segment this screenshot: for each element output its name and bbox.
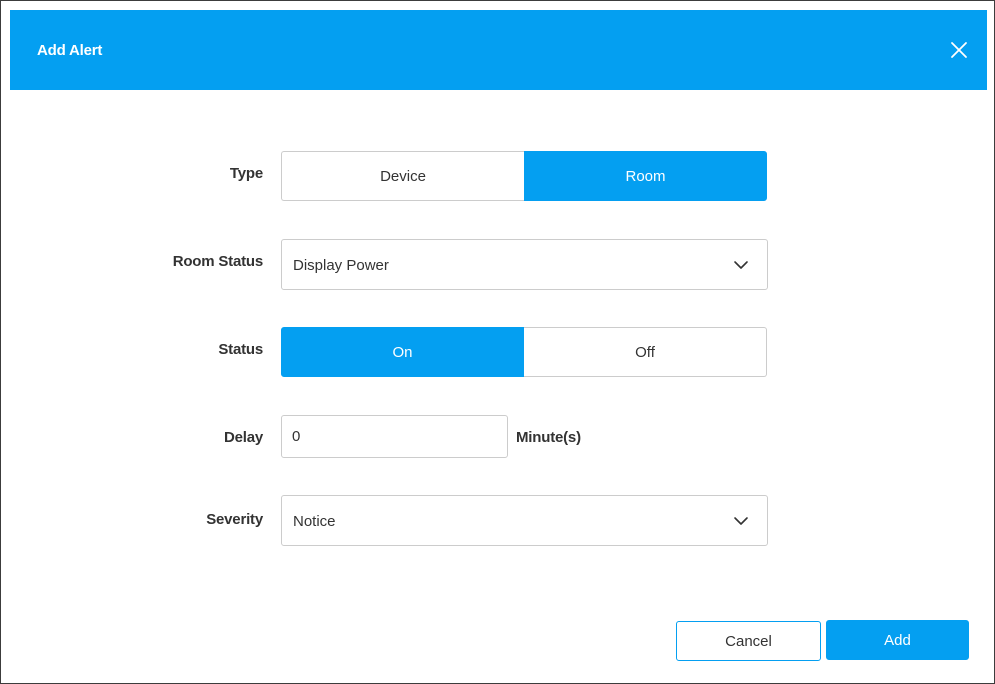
type-label: Type — [229, 165, 263, 182]
room-status-select[interactable]: Display Power — [281, 239, 768, 290]
severity-select[interactable]: Notice — [281, 495, 768, 546]
chevron-down-icon — [733, 258, 749, 272]
room-status-label: Room Status — [172, 253, 264, 270]
severity-value: Notice — [293, 513, 336, 530]
status-on-button[interactable]: On — [281, 327, 524, 377]
status-off-button[interactable]: Off — [524, 327, 767, 377]
type-toggle: Device Room — [281, 151, 767, 201]
room-status-value: Display Power — [293, 257, 389, 274]
close-button[interactable] — [949, 40, 969, 60]
dialog-title: Add Alert — [37, 42, 103, 59]
close-icon — [951, 42, 967, 58]
add-alert-dialog: Add Alert Type Device Room Room Status D… — [0, 0, 995, 684]
type-device-button[interactable]: Device — [281, 151, 524, 201]
add-button[interactable]: Add — [826, 620, 969, 660]
chevron-down-icon — [733, 514, 749, 528]
dialog-header: Add Alert — [10, 10, 987, 90]
delay-input[interactable] — [281, 415, 508, 458]
delay-unit-label: Minute(s) — [516, 429, 581, 446]
status-label: Status — [218, 341, 263, 358]
type-room-button[interactable]: Room — [524, 151, 767, 201]
cancel-button[interactable]: Cancel — [676, 621, 821, 661]
status-toggle: On Off — [281, 327, 767, 377]
delay-label: Delay — [223, 429, 263, 446]
severity-label: Severity — [206, 511, 263, 528]
